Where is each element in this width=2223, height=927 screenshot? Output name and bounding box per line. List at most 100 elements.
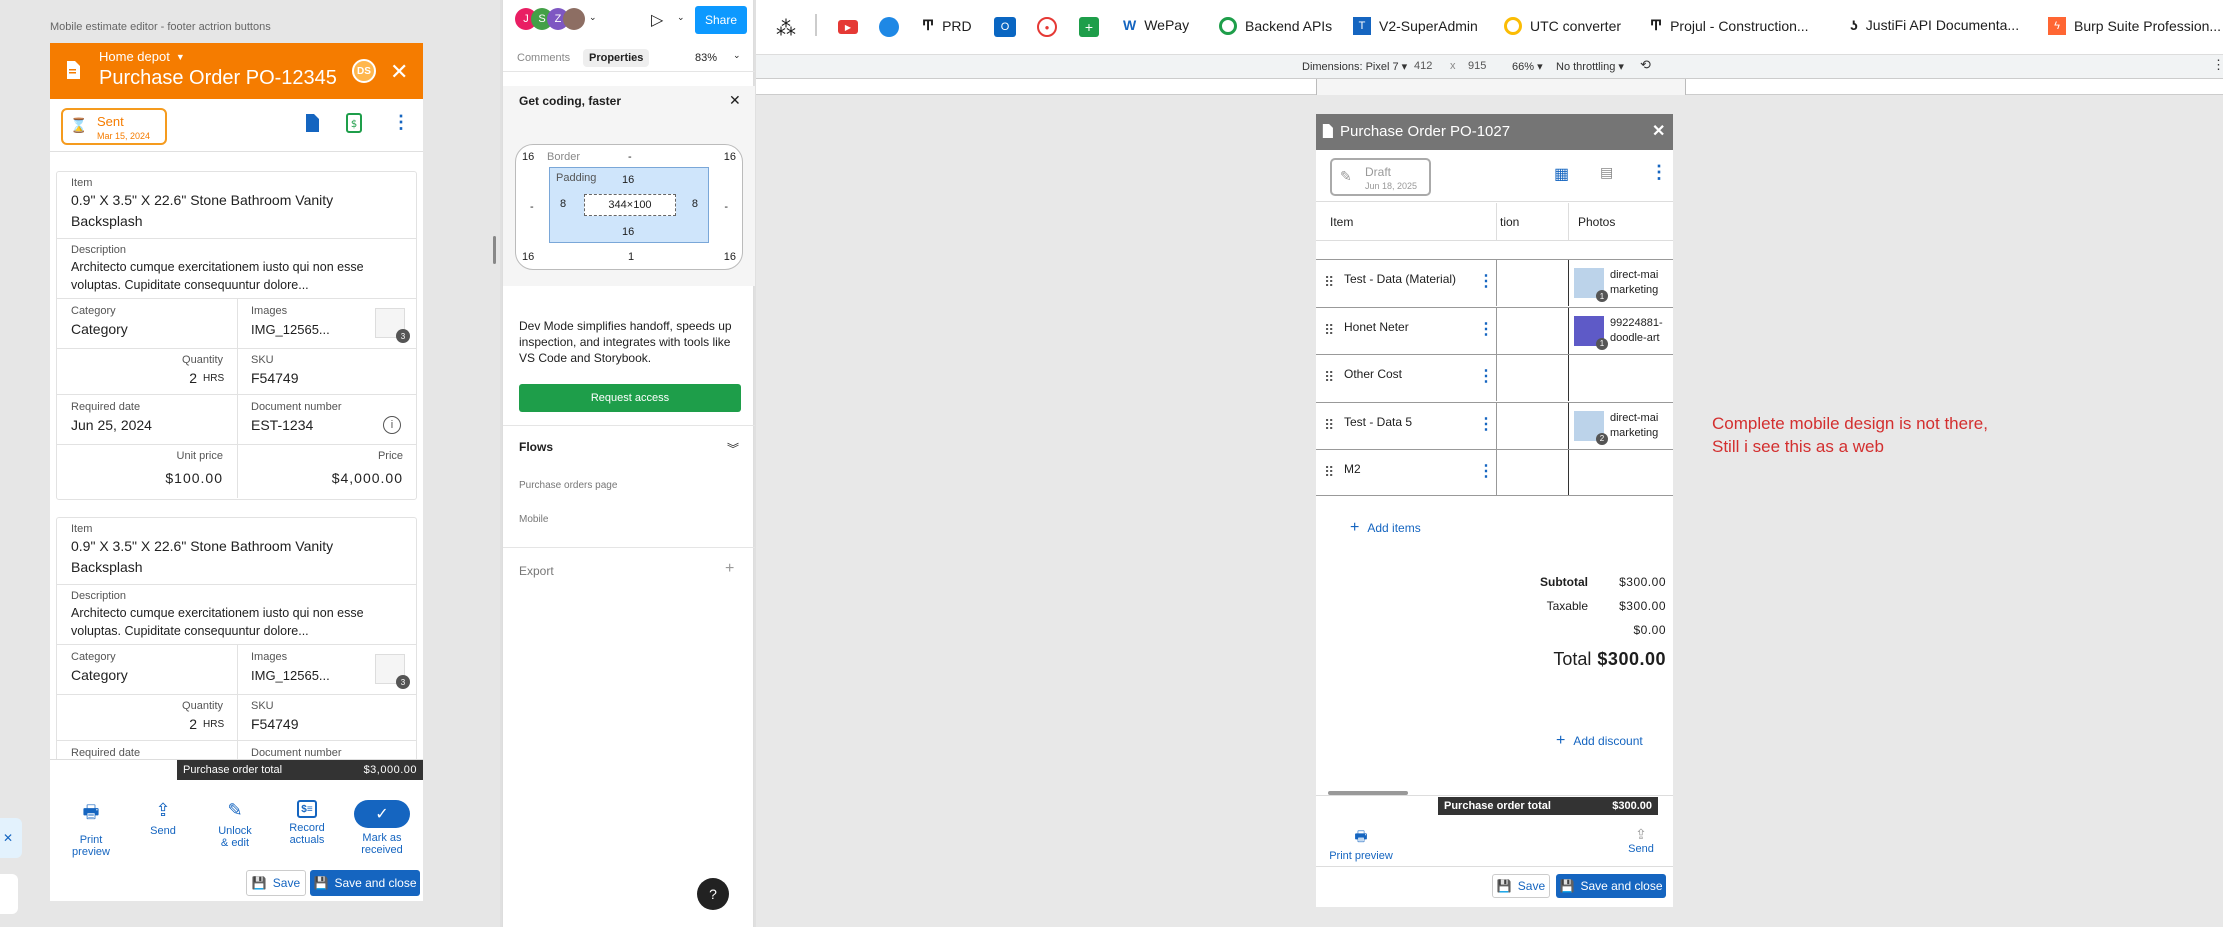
po-total-label: Purchase order total	[1444, 800, 1551, 812]
line-item-card[interactable]: Item 0.9" X 3.5" X 22.6" Stone Bathroom …	[56, 171, 417, 500]
bookmark-superadmin[interactable]: T V2-SuperAdmin	[1353, 17, 1478, 35]
youtube-icon[interactable]: ▶	[838, 20, 858, 34]
padding-label: Padding	[556, 172, 597, 184]
drag-handle-icon[interactable]: ⠿	[1324, 369, 1334, 386]
edge-icon[interactable]	[879, 17, 899, 37]
record-actuals-button[interactable]: $≡ Record actuals	[272, 800, 342, 846]
bookmark-prd[interactable]: Ͳ PRD	[922, 17, 972, 34]
tab-comments[interactable]: Comments	[517, 52, 570, 64]
help-button[interactable]: ?	[697, 878, 729, 910]
more-vert-icon[interactable]: ⋮	[1478, 271, 1494, 291]
share-button[interactable]: Share	[695, 6, 747, 34]
drag-handle-icon[interactable]: ⠿	[1324, 322, 1334, 339]
more-vert-icon[interactable]: ⋮	[2212, 57, 2223, 73]
outlook-icon[interactable]: O	[994, 17, 1016, 37]
info-icon[interactable]: i	[383, 416, 401, 434]
send-button[interactable]: ⇪ Send	[128, 800, 198, 837]
bookmark-backend-apis[interactable]: Backend APIs	[1219, 17, 1332, 35]
save-button[interactable]: 💾 Save	[1492, 874, 1550, 898]
avatar[interactable]: DS	[352, 59, 376, 83]
avatar[interactable]	[563, 8, 585, 30]
save-and-close-button[interactable]: 💾 Save and close	[1556, 874, 1666, 898]
vendor-dropdown[interactable]: Home depot ▼	[99, 49, 185, 64]
table-row[interactable]: ⠿ Honet Neter ⋮ 1 99224881- doodle-art	[1316, 306, 1673, 354]
mark-received-button[interactable]: ✓ Mark as received	[346, 800, 418, 856]
more-vert-icon[interactable]: ⋮	[1478, 414, 1494, 434]
bookmark-label: V2-SuperAdmin	[1379, 18, 1478, 34]
rotate-icon[interactable]: ⟲	[1640, 57, 1651, 73]
close-icon[interactable]: ✕	[729, 92, 741, 109]
recorder-icon[interactable]: ●	[1037, 17, 1057, 37]
bookmark-utc-converter[interactable]: UTC converter	[1504, 17, 1621, 35]
sheets-icon[interactable]: +	[1079, 17, 1099, 37]
po-total-bar: Purchase order total $300.00	[1438, 797, 1658, 815]
width-input[interactable]: 412	[1414, 60, 1432, 72]
add-discount-button[interactable]: + Add discount	[1556, 732, 1643, 750]
unit-price-label: Unit price	[176, 450, 223, 462]
close-icon[interactable]: ✕	[390, 59, 408, 85]
image-thumbnail[interactable]: 3	[375, 308, 410, 343]
bookmark-wepay[interactable]: W WePay	[1123, 17, 1189, 33]
column-header[interactable]: Item	[1330, 215, 1353, 229]
close-icon[interactable]: ✕	[0, 818, 22, 858]
plus-icon: +	[1350, 519, 1360, 536]
chevron-down-icon[interactable]: ⌄	[677, 12, 685, 23]
photo-thumbnail[interactable]: 2	[1574, 410, 1608, 445]
send-button[interactable]: ⇪ Send	[1616, 826, 1666, 855]
throttle-select[interactable]: No throttling ▾	[1556, 60, 1624, 73]
column-header[interactable]: tion	[1500, 215, 1519, 229]
drag-handle-icon[interactable]: ⠿	[1324, 417, 1334, 434]
device-select[interactable]: Dimensions: Pixel 7 ▾	[1302, 60, 1407, 73]
close-icon[interactable]: ✕	[1652, 121, 1665, 141]
bookmark-burp[interactable]: ϟ Burp Suite Profession...	[2048, 17, 2221, 35]
drag-handle-icon[interactable]: ⠿	[1324, 464, 1334, 481]
chevron-down-icon[interactable]: ⌄	[589, 12, 597, 23]
more-vert-icon[interactable]: ⋮	[1478, 461, 1494, 481]
collapse-icon[interactable]: ︾	[727, 440, 739, 457]
more-vert-icon[interactable]: ⋮	[1478, 366, 1494, 386]
status-badge: ⌛ Sent Mar 15, 2024	[61, 108, 167, 145]
table-row[interactable]: ⠿ Test - Data (Material) ⋮ 1 direct-mai mark…	[1316, 259, 1673, 306]
required-date-value: Jun 25, 2024	[71, 417, 152, 433]
request-access-button[interactable]: Request access	[519, 384, 741, 412]
add-icon[interactable]: +	[725, 560, 734, 578]
table-row[interactable]: ⠿ Other Cost ⋮	[1316, 354, 1673, 401]
receipt-icon[interactable]: $	[346, 113, 362, 136]
more-vert-icon[interactable]: ⋮	[392, 112, 410, 133]
height-input[interactable]: 915	[1468, 60, 1486, 72]
flow-item[interactable]: Mobile	[519, 514, 548, 525]
print-preview-button[interactable]: 🖶 Print preview	[1326, 826, 1396, 862]
zoom-level[interactable]: 83%	[695, 52, 717, 64]
margin-right: 16	[723, 151, 736, 163]
table-row[interactable]: ⠿ M2 ⋮	[1316, 449, 1673, 496]
play-icon[interactable]: ▷	[651, 10, 663, 30]
drag-handle-icon[interactable]: ⠿	[1324, 274, 1334, 291]
column-header[interactable]: Photos	[1578, 215, 1615, 229]
flow-item[interactable]: Purchase orders page	[519, 480, 617, 491]
more-vert-icon[interactable]: ⋮	[1478, 319, 1494, 339]
save-button[interactable]: 💾 Save	[246, 870, 306, 896]
save-and-close-button[interactable]: 💾 Save and close	[310, 870, 420, 896]
bookmark-projul[interactable]: Ͳ Projul - Construction...	[1650, 17, 1809, 34]
chevron-down-icon[interactable]: ⌄	[733, 50, 741, 61]
more-vert-icon[interactable]: ⋮	[1650, 162, 1668, 183]
photo-thumbnail[interactable]: 1	[1574, 268, 1608, 302]
bookmark-justifi[interactable]: ʖ JustiFi API Documenta...	[1850, 17, 2019, 33]
receipt-icon[interactable]: ▤	[1600, 164, 1613, 181]
apps-grid-icon[interactable]: ⁂	[776, 16, 796, 41]
print-preview-button[interactable]: 🖶 Print preview	[56, 800, 126, 858]
image-thumbnail[interactable]: 3	[375, 654, 410, 689]
side-tab[interactable]	[0, 874, 18, 914]
grid-icon[interactable]: ▦	[1554, 164, 1569, 184]
photo-thumbnail[interactable]: 1	[1574, 315, 1608, 350]
quantity-value: 2	[189, 370, 197, 386]
zoom-select[interactable]: 66% ▾	[1512, 60, 1543, 73]
tab-properties[interactable]: Properties	[583, 49, 650, 67]
resize-handle[interactable]	[493, 236, 496, 264]
unlock-edit-button[interactable]: ✎ Unlock & edit	[200, 800, 270, 849]
file-icon[interactable]	[305, 114, 319, 135]
status-date: Mar 15, 2024	[97, 131, 151, 141]
line-item-card[interactable]: Item 0.9" X 3.5" X 22.6" Stone Bathroom …	[56, 517, 417, 778]
add-items-button[interactable]: + Add items	[1350, 519, 1421, 537]
table-row[interactable]: ⠿ Test - Data 5 ⋮ 2 direct-mai marketing	[1316, 401, 1673, 449]
